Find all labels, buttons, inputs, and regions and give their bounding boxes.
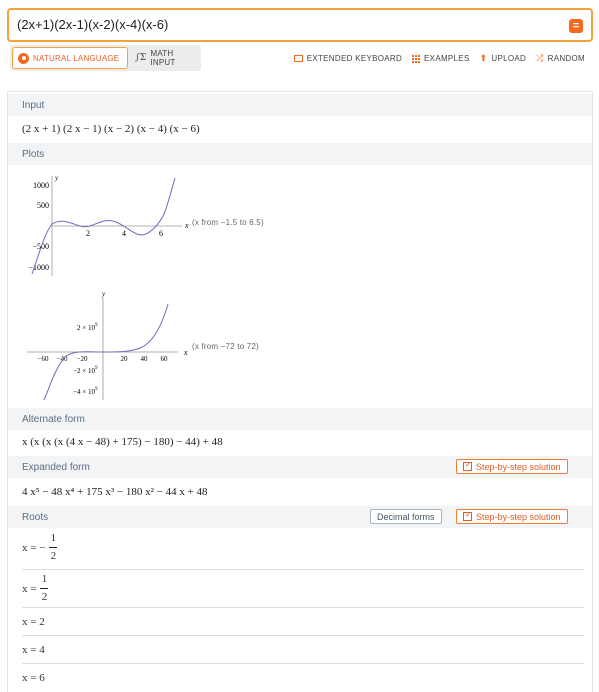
toolbar: EXTENDED KEYBOARD EXAMPLES ⬆ UPLOAD ⤮ RA… xyxy=(293,53,585,64)
root-1-numerator: 1 xyxy=(50,532,57,544)
math-input-button[interactable]: ∫Σ MATH INPUT xyxy=(130,47,200,69)
random-label: RANDOM xyxy=(547,54,585,63)
root-5-value: x = 6 xyxy=(22,672,45,684)
decimal-forms-button[interactable]: Decimal forms xyxy=(370,509,442,524)
roots-pod-title: Roots Decimal forms Step-by-step solutio… xyxy=(8,506,592,528)
search-bar[interactable]: = xyxy=(7,8,593,42)
polynomial-plot-2: 2 × 10 9 −2 × 10 9 −4 × 10 9 −60 −40 −20… xyxy=(27,290,188,401)
root-1: x = − 1 2 xyxy=(22,532,58,563)
root-3-value: x = 2 xyxy=(22,616,45,628)
plot1-xtick-6: 6 xyxy=(159,229,163,238)
roots-title-text: Roots xyxy=(22,512,49,523)
input-expression: (2 x + 1) (2 x − 1) (x − 2) (x − 4) (x −… xyxy=(22,123,200,135)
divider xyxy=(22,635,584,636)
examples-label: EXAMPLES xyxy=(424,54,470,63)
expanded-form-pod-title: Expanded form Step-by-step solution xyxy=(8,456,592,478)
plot2-x-label: x xyxy=(183,348,188,357)
expanded-step-by-step-button[interactable]: Step-by-step solution xyxy=(456,459,568,474)
plot2-ytick-2: 2 × 10 xyxy=(77,324,95,332)
random-button[interactable]: ⤮ RANDOM xyxy=(536,53,585,64)
search-input[interactable] xyxy=(17,17,557,32)
plot1-range-note: (x from −1.5 to 6.5) xyxy=(192,218,264,227)
math-input-label: MATH INPUT xyxy=(150,49,176,67)
checkbox-pencil-icon xyxy=(463,510,472,521)
plot2-xtick-neg60: −60 xyxy=(38,355,49,363)
plot1-xtick-2: 2 xyxy=(86,229,90,238)
root-2: x = 1 2 xyxy=(22,573,49,604)
plot2-xtick-60: 60 xyxy=(161,355,169,363)
math-sigma-icon: ∫Σ xyxy=(135,53,147,63)
root-3: x = 2 xyxy=(22,616,45,628)
upload-label: UPLOAD xyxy=(491,54,527,63)
results-panel: Input (2 x + 1) (2 x − 1) (x − 2) (x − 4… xyxy=(7,91,593,692)
plot1-ytick-500: 500 xyxy=(37,201,49,210)
input-mode-switch: NATURAL LANGUAGE ∫Σ MATH INPUT xyxy=(10,45,201,71)
alternate-form-pod-title: Alternate form xyxy=(8,408,592,430)
keyboard-icon xyxy=(293,55,303,62)
roots-step-by-step-label: Step-by-step solution xyxy=(476,511,561,522)
plot2-range-note: (x from −72 to 72) xyxy=(192,342,259,351)
divider xyxy=(22,607,584,608)
plot2-xtick-40: 40 xyxy=(141,355,149,363)
plot2-y-label: y xyxy=(101,290,106,298)
upload-button[interactable]: ⬆ UPLOAD xyxy=(480,53,527,64)
divider xyxy=(22,569,584,570)
plot1-y-label: y xyxy=(54,174,59,182)
roots-step-by-step-button[interactable]: Step-by-step solution xyxy=(456,509,568,524)
grid-icon xyxy=(412,54,421,63)
root-1-prefix: x = − xyxy=(22,541,46,554)
plot1-ytick-1000: 1000 xyxy=(33,181,49,190)
plots-pod-title: Plots xyxy=(8,143,592,165)
expanded-form-title-text: Expanded form xyxy=(22,462,90,473)
plot1-ytick-neg1000: −1000 xyxy=(28,263,49,272)
divider xyxy=(22,663,584,664)
plot2-xtick-20: 20 xyxy=(121,355,129,363)
expanded-form-expression: 4 x⁵ − 48 x⁴ + 175 x³ − 180 x² − 44 x + … xyxy=(22,486,208,498)
decimal-forms-label: Decimal forms xyxy=(377,511,435,522)
plot2-ytick-neg2: −2 × 10 xyxy=(73,367,95,375)
plot2-ytick-2-exp: 9 xyxy=(95,323,98,328)
plot1-xtick-4: 4 xyxy=(122,229,126,238)
polynomial-plot-1: 1000 500 −500 −1000 2 4 6 x y xyxy=(28,174,189,276)
extended-keyboard-button[interactable]: EXTENDED KEYBOARD xyxy=(293,53,403,64)
root-4: x = 4 xyxy=(22,644,45,656)
input-pod-title: Input xyxy=(8,94,592,116)
plot2-ytick-neg2-exp: 9 xyxy=(95,366,98,371)
shuffle-icon: ⤮ xyxy=(536,53,544,63)
root-1-fraction: 1 2 xyxy=(49,532,58,563)
equals-icon[interactable]: = xyxy=(569,19,583,33)
root-2-numerator: 1 xyxy=(41,573,48,585)
root-5: x = 6 xyxy=(22,672,45,684)
extended-keyboard-label: EXTENDED KEYBOARD xyxy=(306,54,403,63)
root-2-prefix: x = xyxy=(22,582,37,595)
root-2-denominator: 2 xyxy=(41,591,48,603)
plot2-xtick-neg20: −20 xyxy=(77,355,88,363)
natural-language-button[interactable]: NATURAL LANGUAGE xyxy=(12,47,128,69)
plot2-ytick-neg4-exp: 9 xyxy=(95,387,98,392)
root-1-denominator: 2 xyxy=(50,550,57,562)
checkbox-pencil-icon xyxy=(463,460,472,471)
plot2-ytick-neg4: −4 × 10 xyxy=(73,388,95,396)
upload-icon: ⬆ xyxy=(479,53,488,63)
root-4-value: x = 4 xyxy=(22,644,45,656)
examples-button[interactable]: EXAMPLES xyxy=(412,53,470,64)
gear-icon xyxy=(18,52,29,64)
plot1-x-label: x xyxy=(184,221,189,230)
alternate-form-expression: x (x (x (x (4 x − 48) + 175) − 180) − 44… xyxy=(22,436,223,448)
natural-language-label: NATURAL LANGUAGE xyxy=(33,53,120,63)
expanded-step-by-step-label: Step-by-step solution xyxy=(476,461,561,472)
root-2-fraction: 1 2 xyxy=(40,573,49,604)
